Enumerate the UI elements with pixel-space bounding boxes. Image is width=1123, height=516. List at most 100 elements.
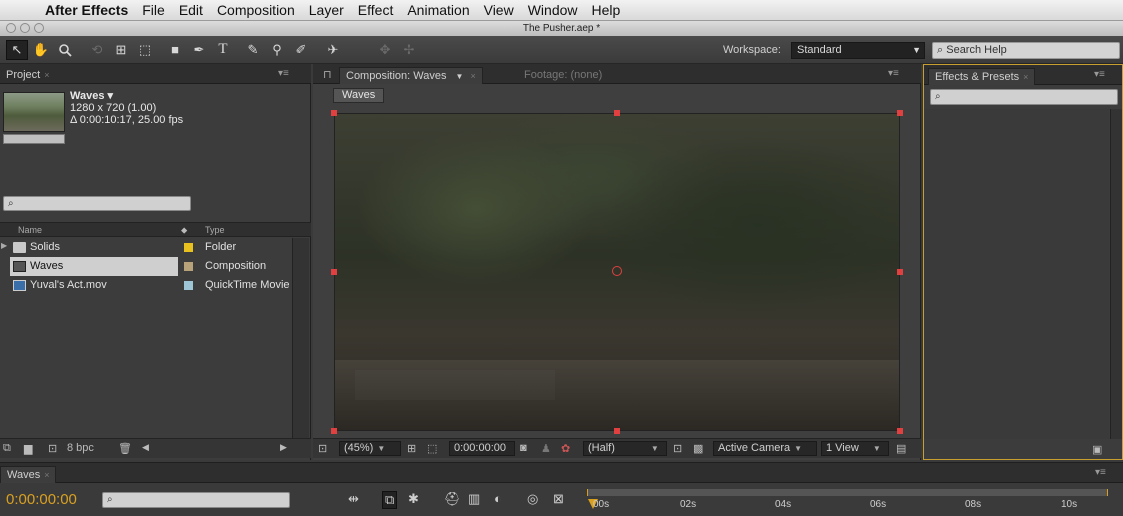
menu-effect[interactable]: Effect [351,2,401,18]
region-of-interest-icon[interactable]: ⊡ [673,442,682,455]
always-preview-icon[interactable]: ⊡ [318,442,327,455]
layer-handle[interactable] [614,428,620,434]
panel-menu-icon[interactable]: ▾≡ [278,68,289,79]
tab-effects-presets[interactable]: Effects & Presets × [928,68,1036,85]
layer-handle[interactable] [614,110,620,116]
time-ruler[interactable]: 00s 02s 04s 06s 08s 10s [585,487,1110,516]
work-area-bar[interactable] [587,489,1108,496]
effects-list[interactable] [924,109,1109,439]
layer-handle[interactable] [331,428,337,434]
frame-blending-icon[interactable]: ▥ [468,491,480,507]
rectangle-tool-icon[interactable]: ■ [164,40,186,60]
label-color-swatch[interactable] [184,281,193,290]
timeline-search-input[interactable]: ⌕ [102,492,290,508]
close-icon[interactable]: × [44,70,49,80]
current-time-field[interactable]: 0:00:00:00 [449,441,515,456]
toggle-pixel-aspect-icon[interactable]: ▤ [896,442,906,455]
column-name[interactable]: Name [18,225,42,235]
text-tool-icon[interactable]: T [212,40,234,60]
menu-app[interactable]: After Effects [40,2,135,18]
close-icon[interactable]: × [1023,72,1028,82]
menu-layer[interactable]: Layer [302,2,351,18]
project-search-input[interactable]: ⌕ [3,196,191,211]
close-icon[interactable]: × [471,71,476,81]
axis-mode-icon[interactable]: ✥ [374,40,396,60]
tab-footage[interactable]: Footage: (none) [518,67,608,84]
hand-tool-icon[interactable]: ✋ [30,40,52,60]
brush-tool-icon[interactable]: ✎ [242,40,264,60]
layer-handle[interactable] [897,269,903,275]
panel-menu-icon[interactable]: ▾≡ [1094,69,1105,80]
menu-composition[interactable]: Composition [210,2,302,18]
eraser-tool-icon[interactable]: ✐ [290,40,312,60]
menu-file[interactable]: File [135,2,172,18]
clone-stamp-tool-icon[interactable]: ⚲ [266,40,288,60]
draft-3d-icon[interactable]: ✱ [408,491,419,507]
selection-tool-icon[interactable]: ↖ [6,39,28,60]
menu-animation[interactable]: Animation [400,2,476,18]
pen-tool-icon[interactable]: ✒ [188,40,210,60]
pan-behind-tool-icon[interactable]: ⬚ [134,40,156,60]
project-scrollbar[interactable] [292,238,309,438]
zoom-window-button[interactable] [34,23,44,33]
menu-edit[interactable]: Edit [172,2,210,18]
new-folder-icon[interactable]: ▆ [24,442,32,455]
puppet-tool-icon[interactable]: ✈ [322,40,344,60]
graph-editor-icon[interactable]: ⊠ [553,491,564,507]
minimize-window-button[interactable] [20,23,30,33]
panel-menu-icon[interactable]: ▾≡ [888,68,899,79]
tab-timeline-waves[interactable]: Waves × [0,466,57,483]
panel-menu-icon[interactable]: ▾≡ [1095,467,1106,478]
camera-dropdown[interactable]: Active Camera ▼ [713,441,817,456]
hide-shy-layers-icon[interactable]: ⛑ [444,491,461,507]
motion-blur-icon[interactable]: ◐ [494,491,502,506]
show-snapshot-icon[interactable]: ♟ [541,442,551,455]
comp-mini-flowchart-icon[interactable]: ⇹ [348,491,359,507]
resolution-dropdown[interactable]: (Half) ▼ [583,441,667,456]
new-preset-icon[interactable]: ▣ [1092,443,1102,456]
disclosure-triangle-icon[interactable]: ▶ [1,241,7,250]
tab-project[interactable]: Project × [0,67,56,84]
layer-handle[interactable] [331,269,337,275]
live-update-icon[interactable]: ⧉ [382,491,398,509]
selected-item-name[interactable]: Waves ▾ [70,90,183,102]
effects-search-input[interactable]: ⌕ [930,89,1118,105]
tab-composition-waves[interactable]: Composition: Waves ▼ × [339,67,483,84]
channel-icon[interactable]: ✿ [561,442,570,455]
layer-handle[interactable] [331,110,337,116]
effects-scrollbar[interactable] [1110,109,1122,439]
transparency-grid-icon[interactable]: ▩ [693,442,703,455]
zoom-tool-icon[interactable] [54,40,76,60]
project-item-movie[interactable]: Yuval's Act.mov QuickTime Movie [0,276,292,295]
safe-zones-icon[interactable]: ⊞ [407,442,416,455]
search-help-input[interactable]: ⌕ Search Help [932,42,1120,59]
interpret-footage-icon[interactable]: ⧉ [3,442,11,455]
bit-depth-button[interactable]: 8 bpc [67,442,94,454]
close-icon[interactable]: × [44,470,49,480]
timeline-current-time[interactable]: 0:00:00:00 [6,491,77,508]
scroll-left-icon[interactable]: ◀ [142,442,149,453]
trash-icon[interactable]: 🗑 [118,442,132,455]
close-window-button[interactable] [6,23,16,33]
mask-visibility-icon[interactable]: ⬚ [427,442,437,455]
layer-handle[interactable] [897,428,903,434]
layer-handle[interactable] [897,110,903,116]
snapshot-icon[interactable]: ◙ [520,442,527,454]
column-type[interactable]: Type [205,225,225,235]
menu-view[interactable]: View [477,2,521,18]
menu-help[interactable]: Help [585,2,628,18]
label-color-swatch[interactable] [184,243,193,252]
scroll-right-icon[interactable]: ▶ [280,442,287,453]
view-layout-dropdown[interactable]: 1 View ▼ [821,441,889,456]
chevron-down-icon[interactable]: ▼ [456,72,464,81]
rotate-tool-icon[interactable]: ⟲ [86,40,108,60]
lock-icon[interactable]: ⊓ [323,68,332,81]
menu-window[interactable]: Window [521,2,585,18]
anchor-point-icon[interactable] [612,266,622,276]
brainstorm-icon[interactable]: ◎ [527,491,538,507]
project-item-solids[interactable]: ▶ Solids Folder [0,238,292,257]
camera-tool-icon[interactable]: ⊞ [110,40,132,60]
new-composition-icon[interactable]: ⊡ [48,442,57,455]
composition-breadcrumb[interactable]: Waves [333,88,385,103]
magnification-dropdown[interactable]: (45%) ▼ [339,441,401,456]
